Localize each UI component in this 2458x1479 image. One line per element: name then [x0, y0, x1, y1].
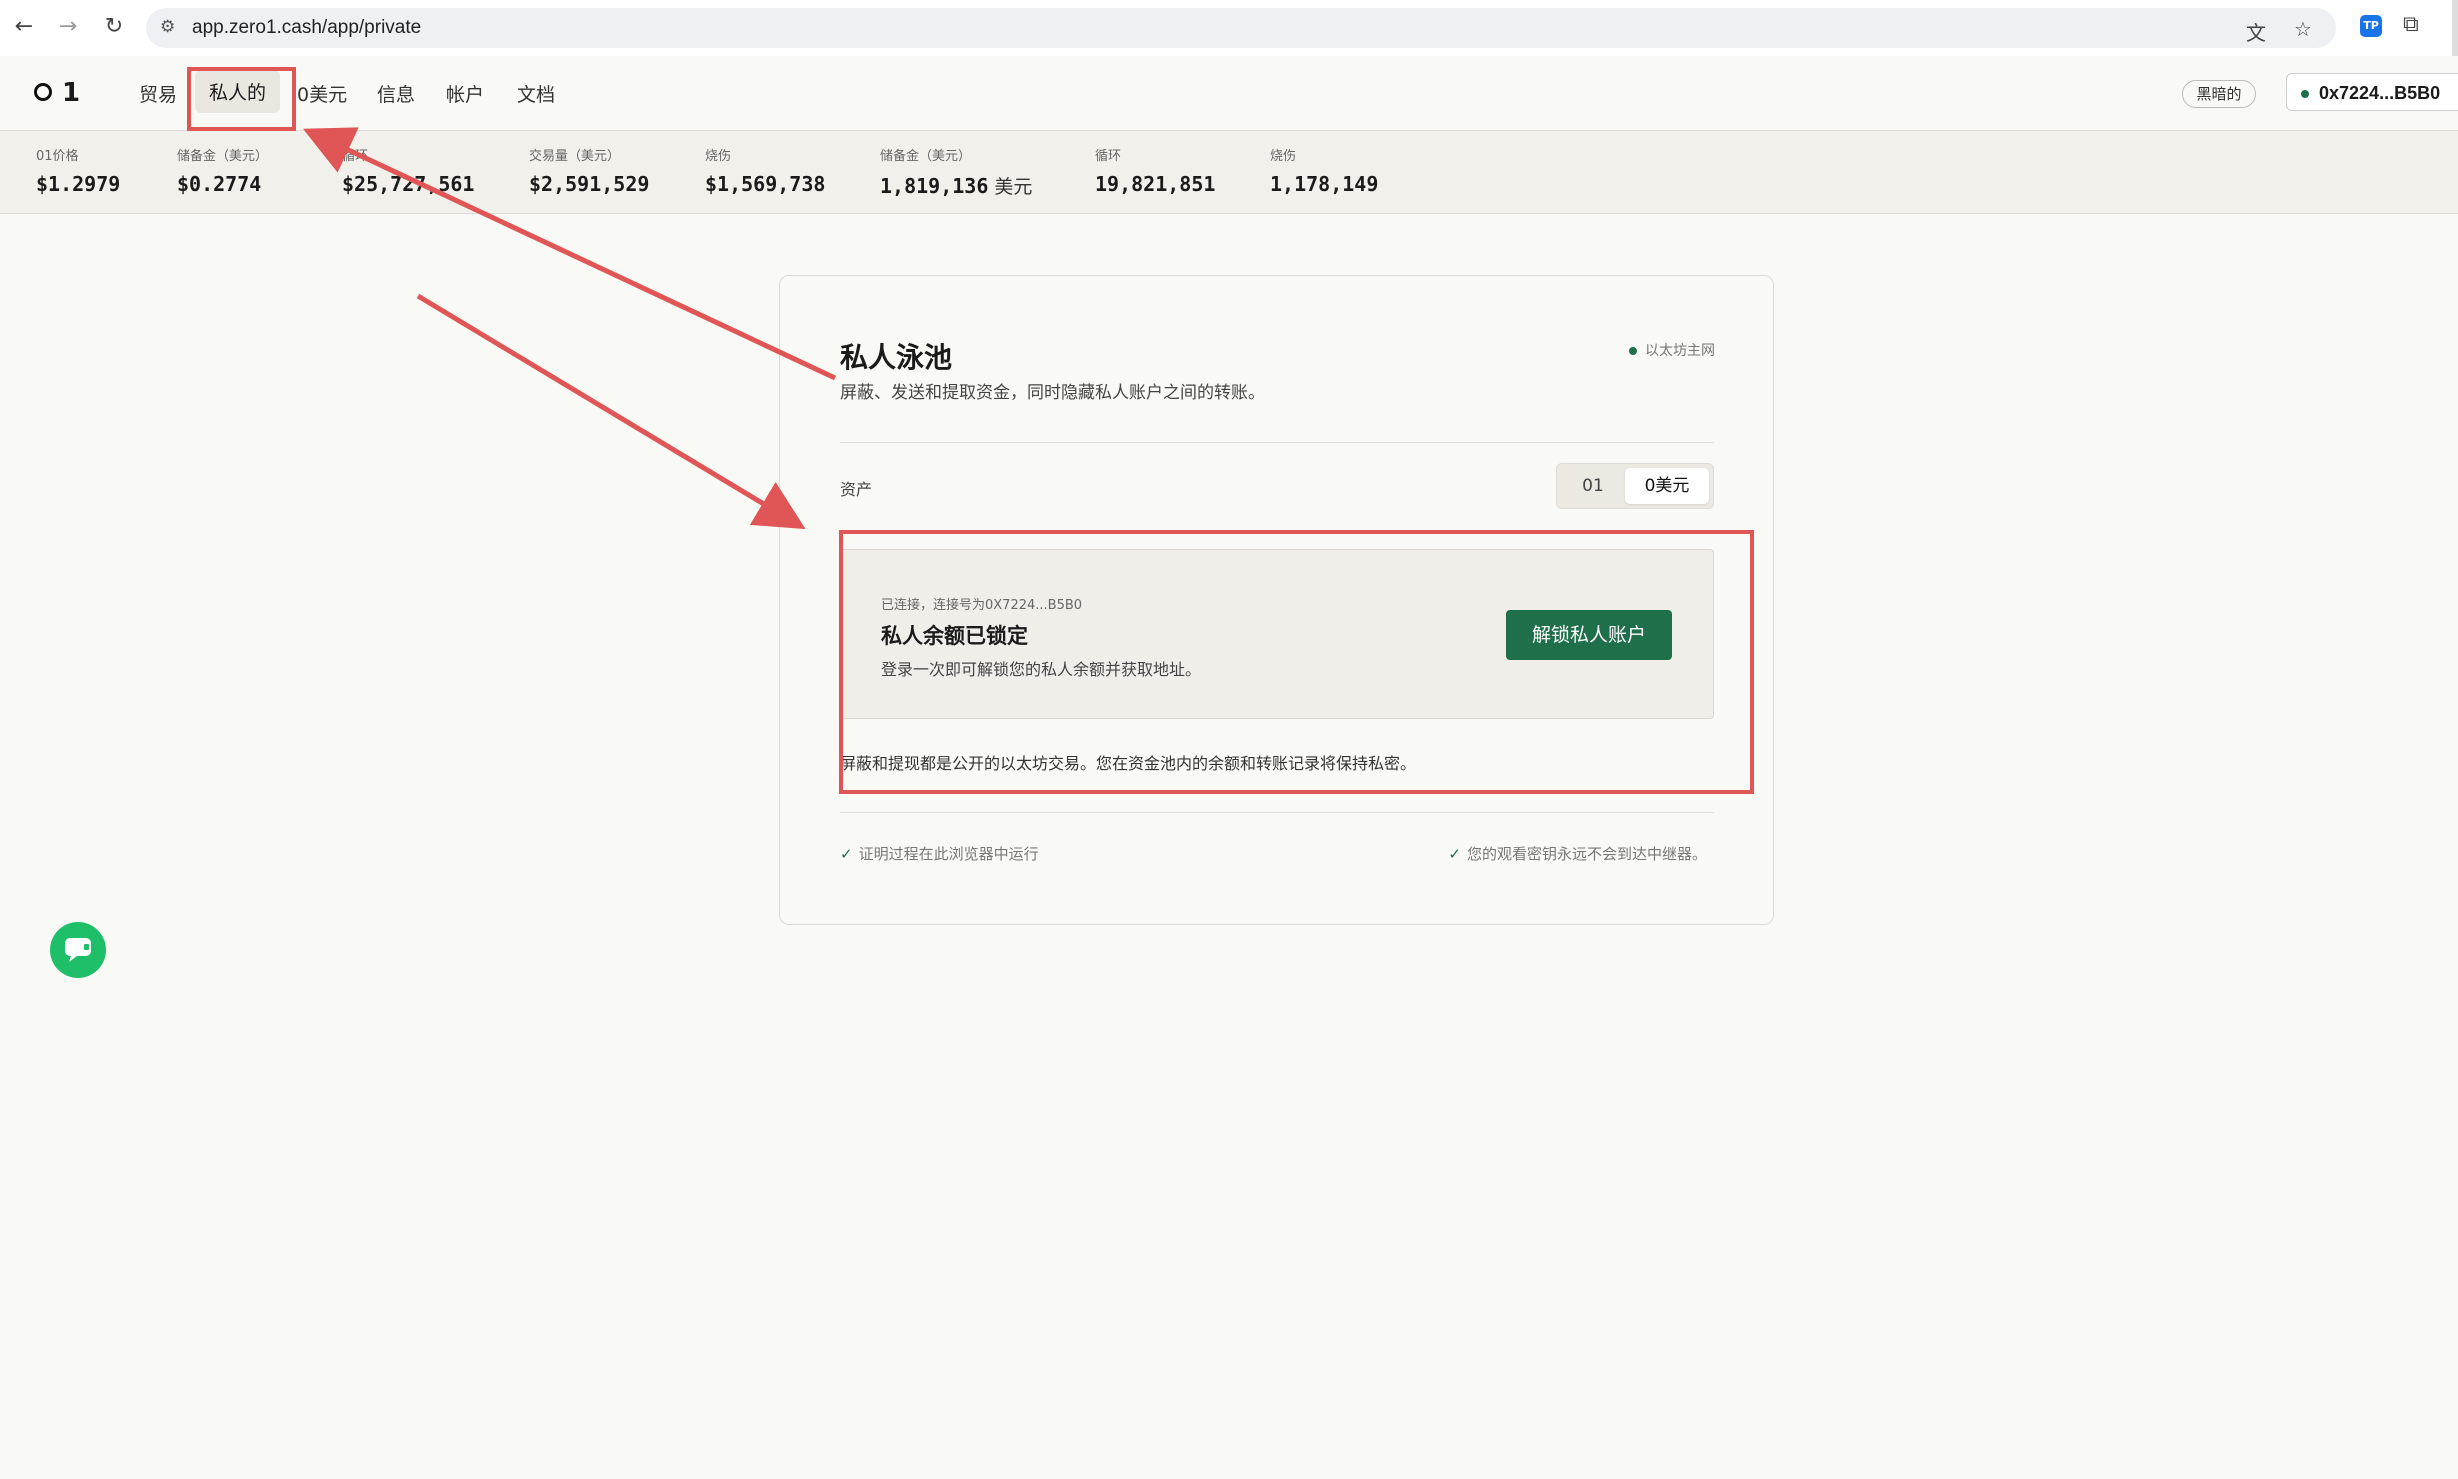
stat-value: 1,178,149 [1270, 172, 1379, 196]
stat-label: 交易量（美元） [529, 149, 621, 164]
chat-button[interactable] [50, 922, 106, 978]
annotation-box-panel [839, 530, 1754, 794]
bookmark-star-icon[interactable]: ☆ [2294, 17, 2312, 41]
footer-note-right: ✓ 您的观看密钥永远不会到达中继器。 [1448, 843, 1707, 864]
stat-value: 1,819,136 美元 [880, 172, 1032, 199]
address-bar[interactable]: ⚙ app.zero1.cash/app/private 文 ☆ [146, 8, 2336, 48]
stat-burn-2: 烧伤 1,178,149 [1270, 145, 1378, 196]
nav-docs[interactable]: 文档 [517, 80, 555, 107]
page-title: 私人泳池 [840, 341, 953, 374]
back-icon[interactable]: ← [10, 13, 38, 41]
nav-info[interactable]: 信息 [377, 80, 415, 107]
annotation-arrow-to-panel [416, 293, 806, 530]
stat-circulation: 循环 $25,727,561 [342, 145, 474, 196]
stat-burn: 烧伤 $1,569,738 [705, 145, 825, 196]
network-indicator: 以太坊主网 [1629, 340, 1715, 360]
asset-toggle: 01 0美元 [1556, 463, 1714, 509]
check-icon: ✓ [1448, 845, 1461, 863]
stat-number: 1,819,136 [880, 174, 989, 198]
footer-left-text: 证明过程在此浏览器中运行 [858, 845, 1039, 863]
wallet-address: 0x7224...B5B0 [2319, 83, 2441, 103]
nav-account[interactable]: 帐户 [446, 80, 484, 107]
theme-toggle[interactable]: 黑暗的 [2182, 80, 2256, 108]
logo-text: 1 [62, 78, 85, 108]
stat-value: $1.2979 [36, 172, 121, 196]
network-label: 以太坊主网 [1645, 343, 1715, 359]
stat-volume: 交易量（美元） $2,591,529 [529, 145, 649, 196]
asset-label: 资产 [840, 480, 873, 499]
logo-ring-icon [34, 82, 52, 101]
forward-icon[interactable]: → [54, 13, 82, 41]
stat-price: 01价格 $1.2979 [36, 145, 120, 196]
nav-zero-usd[interactable]: 0美元 [297, 80, 347, 107]
stat-circulation-2: 循环 19,821,851 [1095, 145, 1215, 196]
stat-label: 01价格 [36, 149, 79, 164]
stat-value: $0.2774 [177, 172, 262, 196]
extension-tp-icon[interactable]: TP [2360, 15, 2382, 37]
stat-label: 储备金（美元） [177, 149, 269, 164]
stat-label: 烧伤 [1270, 149, 1297, 164]
chat-icon [65, 938, 91, 962]
card-description: 屏蔽、发送和提取资金，同时隐藏私人账户之间的转账。 [840, 383, 1265, 403]
stats-bar: 01价格 $1.2979 储备金（美元） $0.2774 循环 $25,727,… [0, 131, 2458, 214]
stat-value: 19,821,851 [1095, 172, 1216, 196]
site-settings-icon[interactable]: ⚙ [160, 17, 175, 37]
reload-icon[interactable]: ↻ [100, 13, 128, 41]
footer-note-left: ✓ 证明过程在此浏览器中运行 [840, 843, 1039, 864]
browser-toolbar: ← → ↻ ⚙ app.zero1.cash/app/private 文 ☆ T… [0, 0, 2458, 57]
stat-value: $25,727,561 [342, 172, 475, 196]
window-edge [2452, 0, 2458, 56]
url-text[interactable]: app.zero1.cash/app/private [192, 17, 421, 39]
footer-right-text: 您的观看密钥永远不会到达中继器。 [1466, 845, 1707, 863]
asset-option-zero-usd[interactable]: 0美元 [1625, 468, 1709, 504]
check-icon: ✓ [840, 845, 853, 863]
extensions-puzzle-icon[interactable]: ⧉ [2403, 12, 2419, 37]
stat-unit: 美元 [994, 176, 1033, 198]
stat-label: 储备金（美元） [880, 149, 972, 164]
stat-value: $2,591,529 [529, 172, 650, 196]
divider [840, 442, 1714, 443]
stat-reserve: 储备金（美元） $0.2774 [177, 145, 268, 196]
translate-icon[interactable]: 文 [2246, 17, 2266, 46]
nav-trade[interactable]: 贸易 [139, 80, 177, 107]
network-status-dot [1629, 347, 1637, 355]
stat-reserve-usd: 储备金（美元） 1,819,136 美元 [880, 145, 1032, 199]
stat-label: 循环 [1095, 149, 1122, 164]
annotation-box-nav [187, 67, 296, 131]
stat-label: 烧伤 [705, 149, 732, 164]
divider [840, 812, 1714, 813]
stat-value: $1,569,738 [705, 172, 826, 196]
asset-option-01[interactable]: 01 [1561, 468, 1625, 504]
wallet-status-dot [2301, 90, 2309, 99]
stat-label: 循环 [342, 149, 369, 164]
logo[interactable]: 1 [34, 78, 84, 108]
wallet-button[interactable]: 0x7224...B5B0 [2286, 73, 2458, 111]
app-header: 1 贸易 私人的 0美元 信息 帐户 文档 黑暗的 0x7224...B5B0 [0, 56, 2458, 131]
